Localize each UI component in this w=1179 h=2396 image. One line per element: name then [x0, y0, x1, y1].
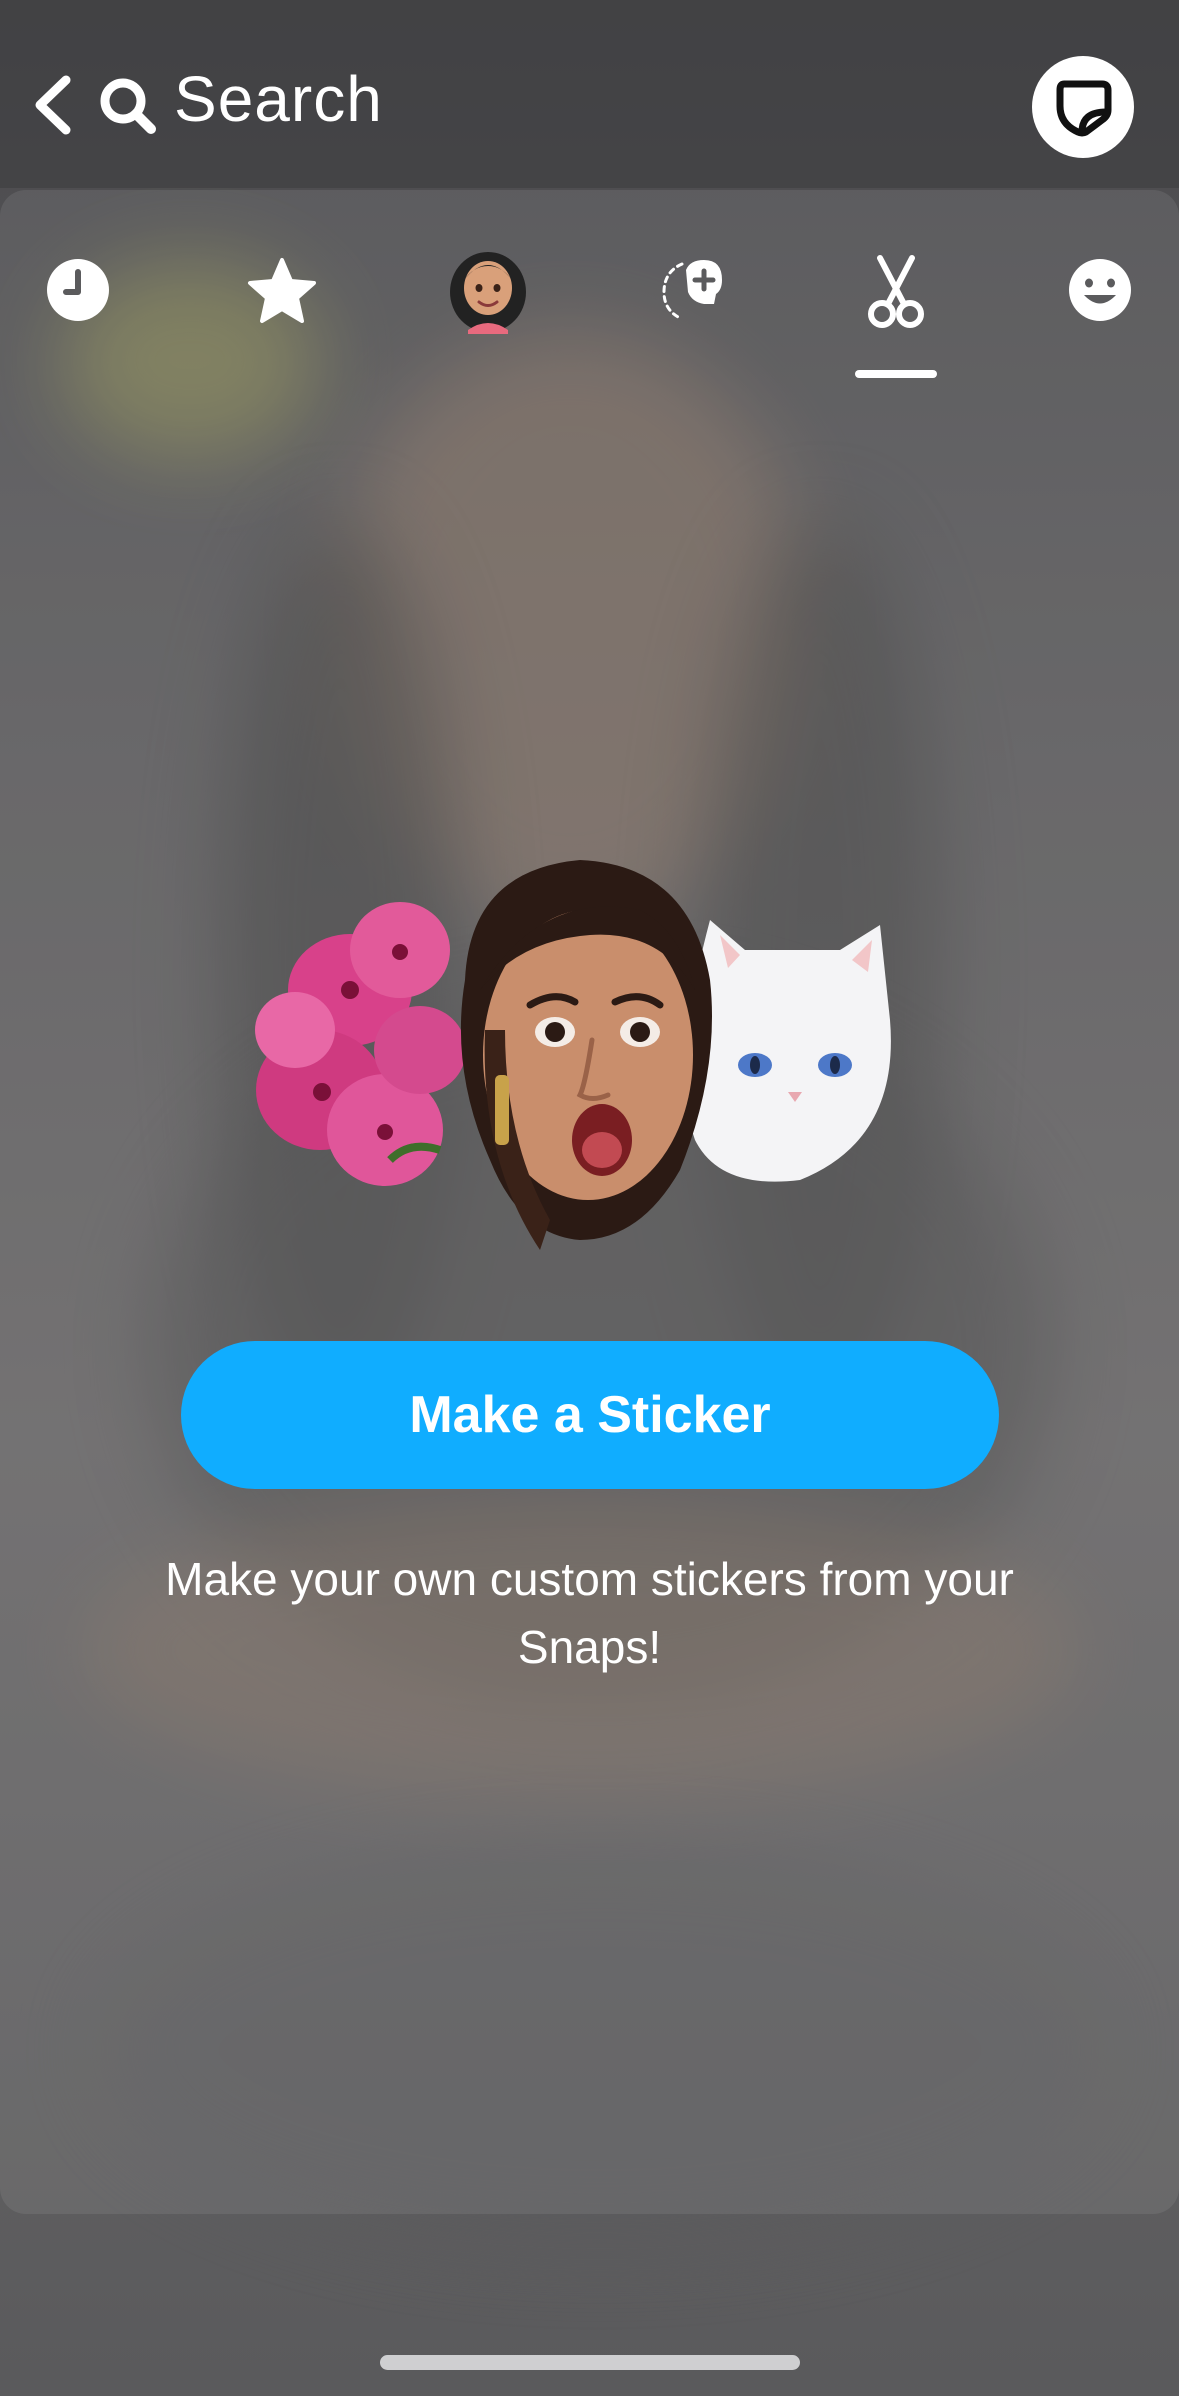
search-icon[interactable] — [98, 76, 158, 136]
tab-bitmoji[interactable] — [428, 230, 548, 350]
cameo-face-icon — [662, 260, 722, 320]
tab-favorites[interactable] — [222, 230, 342, 350]
smiley-icon — [1069, 259, 1131, 321]
make-a-sticker-button[interactable]: Make a Sticker — [181, 1341, 999, 1489]
sticker-picker-button[interactable] — [1032, 56, 1134, 158]
search-field[interactable]: Search — [174, 62, 383, 136]
sticker-collage — [240, 840, 970, 1310]
sticker-tabs — [0, 230, 1179, 380]
make-sticker-caption: Make your own custom stickers from your … — [165, 1553, 1014, 1673]
tab-emoji[interactable] — [1040, 230, 1160, 350]
tab-recents[interactable] — [18, 230, 138, 350]
clock-icon — [47, 259, 109, 321]
selected-tab-indicator — [855, 370, 937, 378]
face-sticker — [460, 860, 712, 1250]
home-indicator[interactable] — [380, 2355, 800, 2370]
star-icon — [248, 258, 316, 323]
tab-custom-stickers[interactable] — [836, 230, 956, 350]
flower-sticker — [255, 902, 466, 1186]
back-button[interactable] — [26, 70, 86, 140]
bitmoji-avatar-icon — [450, 252, 526, 334]
chevron-left-icon — [35, 75, 71, 135]
tab-cameos[interactable] — [634, 230, 754, 350]
top-bar: Search — [0, 0, 1179, 188]
scissors-icon — [868, 255, 924, 328]
screen: Search Make a Sticker Make your own cust… — [0, 0, 1179, 2396]
cat-sticker — [685, 920, 891, 1182]
sticker-icon — [1056, 80, 1112, 137]
